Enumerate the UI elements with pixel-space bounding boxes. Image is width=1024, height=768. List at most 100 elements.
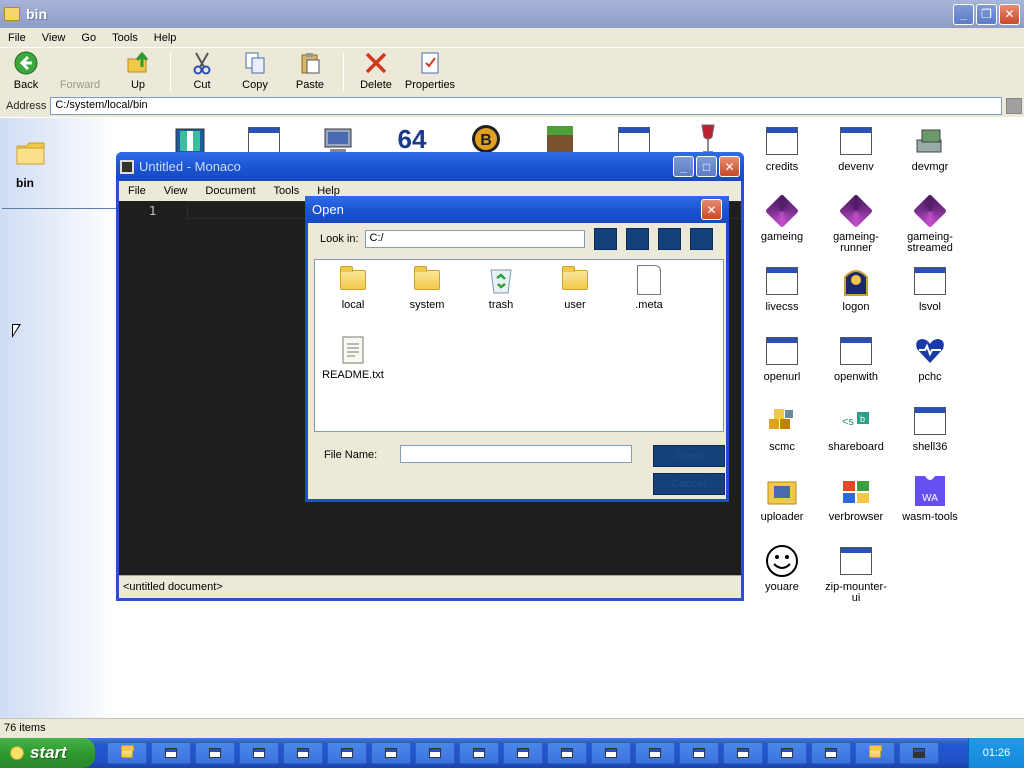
maximize-button[interactable]: ❐ xyxy=(976,3,997,25)
monaco-maximize-button[interactable]: □ xyxy=(696,156,717,177)
app-window-icon xyxy=(839,334,873,368)
start-button[interactable]: start xyxy=(0,738,95,768)
taskbar-button[interactable] xyxy=(591,742,631,764)
file-item[interactable] xyxy=(523,122,597,156)
copy-button[interactable]: Copy xyxy=(227,48,283,94)
taskbar-button[interactable] xyxy=(459,742,499,764)
dialog-titlebar[interactable]: Open ✕ xyxy=(305,196,729,223)
taskbar-button[interactable] xyxy=(415,742,455,764)
monaco-menu-file[interactable]: File xyxy=(119,185,155,197)
file-item[interactable]: 64 xyxy=(375,122,449,156)
monaco-menu-tools[interactable]: Tools xyxy=(265,185,309,197)
dialog-file-system[interactable]: system xyxy=(391,264,463,311)
taskbar-button[interactable] xyxy=(679,742,719,764)
cancel-button[interactable]: Cancel xyxy=(653,473,725,495)
menu-view[interactable]: View xyxy=(34,32,74,44)
file-item-credits[interactable]: credits xyxy=(745,124,819,173)
taskbar-button[interactable] xyxy=(723,742,763,764)
back-button[interactable]: Back xyxy=(0,48,52,94)
taskbar-button[interactable] xyxy=(239,742,279,764)
address-input[interactable]: C:/system/local/bin xyxy=(50,97,1003,115)
dialog-file-list[interactable]: local system trash user .meta README.txt xyxy=(314,259,724,432)
monaco-close-button[interactable]: ✕ xyxy=(719,156,740,177)
file-item-uploader[interactable]: uploader xyxy=(745,474,819,523)
file-item-youare[interactable]: youare xyxy=(745,544,819,593)
app-window-icon xyxy=(385,748,397,758)
file-item-devenv[interactable]: devenv xyxy=(819,124,893,173)
up-button[interactable]: Up xyxy=(112,48,164,94)
file-item-devmgr[interactable]: devmgr xyxy=(893,124,967,173)
dialog-file-user[interactable]: user xyxy=(539,264,611,311)
properties-icon xyxy=(418,51,442,75)
file-item[interactable]: B xyxy=(449,122,523,156)
app-window-icon xyxy=(605,748,617,758)
file-item-shareboard[interactable]: <s b shareboard xyxy=(819,404,893,453)
file-item-scmc[interactable]: scmc xyxy=(745,404,819,453)
monaco-menu-view[interactable]: View xyxy=(155,185,197,197)
taskbar-button[interactable] xyxy=(283,742,323,764)
taskbar-button[interactable] xyxy=(195,742,235,764)
taskbar-button[interactable] xyxy=(811,742,851,764)
taskbar-button-monaco[interactable] xyxy=(899,742,939,764)
file-item-gameing[interactable]: gameing xyxy=(745,194,819,243)
file-item[interactable] xyxy=(671,122,745,156)
dialog-file-readme[interactable]: README.txt xyxy=(317,334,389,381)
menu-file[interactable]: File xyxy=(0,32,34,44)
monaco-minimize-button[interactable]: _ xyxy=(673,156,694,177)
address-bar: Address C:/system/local/bin xyxy=(0,95,1024,117)
monaco-menu-document[interactable]: Document xyxy=(196,185,264,197)
minimize-button[interactable]: _ xyxy=(953,3,974,25)
file-item-zip-mounter-ui[interactable]: zip-mounter-ui xyxy=(819,544,893,604)
64-icon: 64 xyxy=(397,123,427,154)
app-window-icon xyxy=(913,404,947,438)
taskbar-button[interactable] xyxy=(855,742,895,764)
taskbar-button[interactable] xyxy=(547,742,587,764)
scissors-icon xyxy=(190,51,214,75)
folder-icon xyxy=(4,7,20,21)
taskbar-button[interactable] xyxy=(767,742,807,764)
folder-icon xyxy=(559,264,591,296)
dialog-file-local[interactable]: local xyxy=(317,264,389,311)
taskbar-button[interactable] xyxy=(107,742,147,764)
cut-button[interactable]: Cut xyxy=(177,48,227,94)
file-item-logon[interactable]: logon xyxy=(819,264,893,313)
file-item-openurl[interactable]: openurl xyxy=(745,334,819,383)
menu-go[interactable]: Go xyxy=(73,32,104,44)
taskbar-button[interactable] xyxy=(151,742,191,764)
new-folder-button[interactable] xyxy=(657,228,681,250)
paste-button[interactable]: Paste xyxy=(283,48,337,94)
file-item-wasm-tools[interactable]: WA wasm-tools xyxy=(893,474,967,523)
menu-help[interactable]: Help xyxy=(146,32,185,44)
properties-button[interactable]: Properties xyxy=(402,48,458,94)
file-item-shell36[interactable]: shell36 xyxy=(893,404,967,453)
taskbar-button[interactable] xyxy=(635,742,675,764)
nav-up-button[interactable] xyxy=(625,228,649,250)
file-item-openwith[interactable]: openwith xyxy=(819,334,893,383)
address-go-button[interactable] xyxy=(1006,98,1023,114)
file-item-lsvol[interactable]: lsvol xyxy=(893,264,967,313)
file-item-livecss[interactable]: livecss xyxy=(745,264,819,313)
look-in-field[interactable]: C:/ xyxy=(364,230,585,248)
taskbar-button[interactable] xyxy=(327,742,367,764)
monaco-titlebar[interactable]: Untitled - Monaco _ □ ✕ xyxy=(116,152,744,181)
taskbar-button[interactable] xyxy=(371,742,411,764)
file-item-gameing-streamed[interactable]: gameing-streamed xyxy=(893,194,967,254)
open-button[interactable]: Open xyxy=(653,445,725,467)
view-menu-button[interactable] xyxy=(689,228,713,250)
close-button[interactable]: ✕ xyxy=(999,3,1020,25)
file-name-input[interactable] xyxy=(400,445,632,463)
taskbar-tasks xyxy=(107,742,943,764)
file-item-gameing-runner[interactable]: gameing-runner xyxy=(819,194,893,254)
dialog-close-button[interactable]: ✕ xyxy=(701,199,722,220)
menu-tools[interactable]: Tools xyxy=(104,32,146,44)
file-item-verbrowser[interactable]: verbrowser xyxy=(819,474,893,523)
dialog-file-trash[interactable]: trash xyxy=(465,264,537,311)
forward-button[interactable]: Forward xyxy=(52,48,108,94)
nav-back-button[interactable] xyxy=(593,228,617,250)
taskbar-button[interactable] xyxy=(503,742,543,764)
file-item-pchc[interactable]: pchc xyxy=(893,334,967,383)
window-titlebar[interactable]: bin _ ❐ ✕ xyxy=(0,0,1024,28)
left-pane: bin xyxy=(0,118,118,718)
delete-button[interactable]: Delete xyxy=(350,48,402,94)
dialog-file-meta[interactable]: .meta xyxy=(613,264,685,311)
